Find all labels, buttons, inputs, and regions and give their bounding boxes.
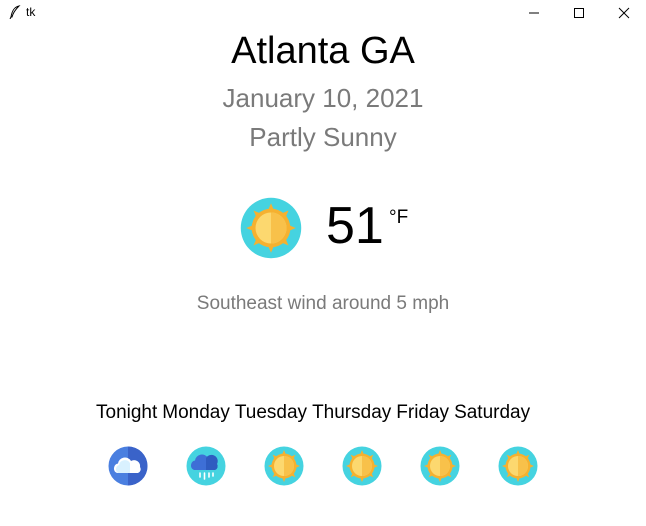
window-title: tk	[26, 5, 36, 19]
sun-icon	[264, 446, 304, 486]
window-title-bar[interactable]: tk	[0, 0, 646, 26]
forecast-day-label: Saturday	[454, 402, 531, 423]
maximize-button[interactable]	[556, 0, 602, 26]
feather-icon	[9, 5, 21, 19]
temperature-value: 51	[326, 197, 384, 255]
close-icon	[618, 7, 630, 19]
forecast-day-label: Tonight	[96, 402, 158, 423]
forecast-day-label: Monday	[162, 402, 230, 423]
cloud-icon	[108, 446, 148, 486]
minimize-icon	[529, 12, 539, 14]
location-title: Atlanta GA	[231, 30, 415, 72]
sun-icon	[420, 446, 460, 486]
condition-label: Partly Sunny	[249, 122, 397, 152]
temperature-unit: °F	[389, 207, 409, 228]
sun-icon	[342, 446, 382, 486]
date-label: January 10, 2021	[222, 83, 424, 113]
minimize-button[interactable]	[511, 0, 557, 26]
forecast-day-label: Friday	[396, 402, 450, 423]
sun-icon	[498, 446, 538, 486]
close-button[interactable]	[601, 0, 646, 26]
rain-cloud-icon	[186, 446, 226, 486]
sun-icon	[240, 197, 302, 259]
forecast-days: Tonight Monday Tuesday Thursday Friday Saturd…	[96, 402, 535, 424]
wind-label: Southeast wind around 5 mph	[196, 293, 450, 314]
forecast-day-label: Tuesday	[234, 402, 308, 423]
maximize-icon	[574, 8, 584, 18]
forecast-day-label: Thursday	[312, 402, 392, 423]
